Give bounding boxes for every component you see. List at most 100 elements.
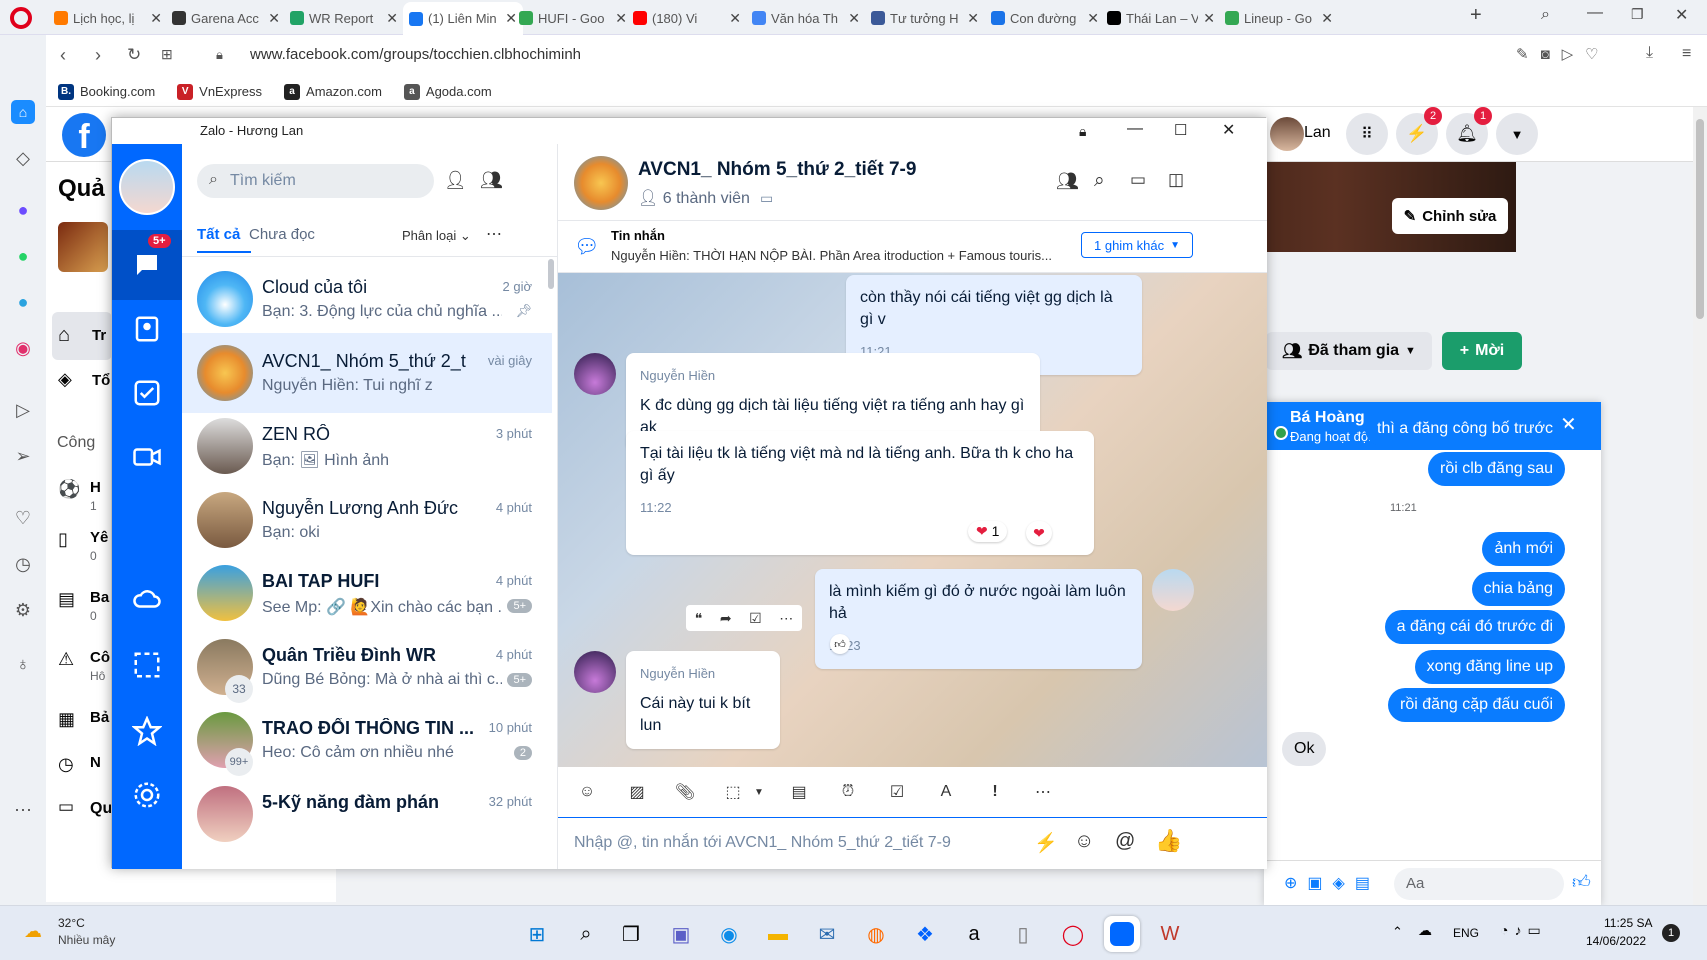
weather-temp[interactable]: 32°C — [58, 916, 85, 930]
close-tab-icon[interactable]: ✕ — [1087, 10, 1099, 27]
search-box[interactable]: ⌕ Tìm kiếm — [197, 164, 434, 198]
browser-tab[interactable]: Tư tưởng H ✕ — [865, 4, 985, 32]
conversation-item[interactable]: Nguyễn Lương Anh Đức Bạn: oki 4 phút — [182, 480, 552, 560]
bookmark-item[interactable]: V VnExpress — [177, 83, 262, 100]
profile-avatar[interactable] — [1270, 117, 1304, 151]
url-field[interactable]: www.facebook.com/groups/tocchien.clbhoch… — [250, 46, 581, 63]
more-icon[interactable]: ⋯ — [11, 798, 35, 822]
close-tab-icon[interactable]: ✕ — [848, 10, 860, 27]
message-input[interactable]: Nhập @, tin nhắn tới AVCN1_ Nhóm 5_thứ 2… — [574, 834, 951, 852]
browser-tab[interactable]: Garena Acc ✕ — [166, 4, 286, 32]
browser-tab[interactable]: HUFI - Goo ✕ — [513, 4, 633, 32]
language-indicator[interactable]: ENG — [1453, 926, 1479, 940]
close-icon[interactable]: ✕ — [1222, 118, 1235, 144]
instagram-icon[interactable]: ◉ — [11, 336, 35, 360]
teams-icon[interactable]: ▣ — [667, 920, 695, 948]
browser-tab[interactable]: WR Report ✕ — [284, 4, 404, 32]
message-bubble[interactable]: Nguyễn Hiền Cái này tui k bít lun — [626, 651, 780, 749]
composer-icons[interactable]: ⊕▣◈▤ — [1284, 873, 1380, 893]
sender-avatar[interactable] — [574, 651, 616, 693]
speed-dial-icon[interactable]: ⊞ — [161, 46, 173, 63]
reaction-chip[interactable]: ❤ 1 — [968, 521, 1008, 542]
urgent-icon[interactable]: ! — [982, 779, 1008, 805]
thumbs-up-send-icon[interactable]: 👍 — [1155, 828, 1182, 854]
profile-name[interactable]: Lan — [1304, 124, 1331, 142]
telegram-icon[interactable]: ● — [11, 290, 35, 314]
menu-icon[interactable]: ≡ — [1682, 45, 1691, 63]
close-tab-icon[interactable]: ✕ — [150, 10, 162, 27]
todo-icon[interactable]: ☑ — [749, 610, 762, 627]
search-input[interactable]: Tìm kiếm — [230, 172, 296, 190]
forward-icon[interactable]: › — [95, 45, 101, 66]
group-thumbnail[interactable] — [58, 222, 108, 272]
create-group-icon[interactable]: 👥︎ — [480, 170, 503, 191]
close-tab-icon[interactable]: ✕ — [1203, 10, 1215, 27]
menu-grid-icon[interactable]: ⠿ — [1346, 113, 1388, 155]
restore-browser-icon[interactable]: ❐ — [1631, 6, 1644, 23]
close-tab-icon[interactable]: ✕ — [386, 10, 398, 27]
search-tabs-icon[interactable]: ⌕ — [1541, 6, 1550, 24]
nav-home-item[interactable]: ⌂ Tr — [52, 312, 112, 360]
close-tab-icon[interactable]: ✕ — [729, 10, 741, 27]
conversation-item[interactable]: Cloud của tôi Bạn: 3. Động lực của chủ ng… — [182, 259, 552, 339]
opera-taskbar-icon[interactable]: ◯ — [1059, 920, 1087, 948]
edit-cover-button[interactable]: ✎ Chỉnh sửa — [1392, 198, 1508, 234]
sidebar-toggle-icon[interactable]: ◫ — [1168, 170, 1184, 190]
messages-nav[interactable] — [112, 230, 182, 300]
add-friend-icon[interactable]: 👤︎ — [444, 170, 467, 191]
lock-icon[interactable]: 🔒︎ — [1079, 118, 1086, 144]
bookmark-item[interactable]: B. Booking.com — [58, 83, 155, 100]
opera-logo-icon[interactable] — [10, 7, 32, 29]
favorites-nav[interactable] — [112, 696, 182, 766]
group-avatar[interactable] — [574, 156, 628, 210]
like-icon[interactable]: 👍︎ — [1572, 871, 1591, 893]
task-view-icon[interactable]: ❐ — [617, 920, 645, 948]
video-nav[interactable] — [112, 422, 182, 492]
close-tab-icon[interactable]: ✕ — [1321, 10, 1333, 27]
more-icon[interactable]: ⋯ — [779, 610, 793, 627]
chat-title[interactable]: AVCN1_ Nhóm 5_thứ 2_tiết 7-9 — [638, 159, 916, 181]
pinned-message-bar[interactable]: 💬︎ Tin nhắn Nguyễn Hiền: THỜI HẠN NỘP BÀ… — [558, 221, 1267, 273]
contacts-nav[interactable] — [112, 294, 182, 364]
message-actions[interactable]: ❝ ➦ ☑ ⋯ — [686, 605, 802, 631]
conversation-item[interactable]: 5-Kỹ năng đàm phán 32 phút — [182, 774, 552, 854]
joined-button[interactable]: 👥︎ Đã tham gia ▼ — [1266, 332, 1432, 370]
zalo-taskbar-icon[interactable] — [1104, 916, 1140, 952]
quote-icon[interactable]: ❝ — [695, 610, 703, 627]
minimize-browser-icon[interactable]: — — [1587, 4, 1603, 22]
bookmark-item[interactable]: a Agoda.com — [403, 83, 492, 100]
conversation-item[interactable]: Quân Triều Đình WR Dũng Bé Bỏng: Mà ở nhà… — [182, 627, 552, 707]
history-icon[interactable]: ◷ — [11, 552, 35, 576]
image-icon[interactable]: ▨ — [624, 779, 650, 805]
close-tab-icon[interactable]: ✕ — [615, 10, 627, 27]
sender-avatar[interactable] — [574, 353, 616, 395]
settings-icon[interactable]: ⚙ — [11, 598, 35, 622]
windows-start-icon[interactable]: ⊞ — [523, 920, 551, 948]
browser-tab[interactable]: Lịch học, lị ✕ — [48, 4, 168, 32]
cloud-nav[interactable] — [112, 564, 182, 634]
message-bubble[interactable]: là mình kiếm gì đó ở nước ngoài làm luôn… — [815, 569, 1142, 669]
task-icon[interactable]: ☑ — [884, 779, 910, 805]
member-count[interactable]: 👤︎ 6 thành viên — [638, 188, 750, 208]
address-actions-icons[interactable]: ✎◙▷♡ — [1516, 45, 1611, 63]
conversation-item[interactable]: BAI TAP HUFI See Mp: 🔗 🙋Xin chào các bạn … — [182, 553, 552, 633]
screenshot-nav[interactable] — [112, 630, 182, 700]
mention-icon[interactable]: @ — [1115, 830, 1135, 853]
browser-tab[interactable]: Thái Lan – V ✕ — [1101, 4, 1221, 32]
quick-message-icon[interactable]: ⚡ — [1034, 831, 1058, 855]
browser-tab[interactable]: Văn hóa Th ✕ — [746, 4, 866, 32]
winrar-icon[interactable]: W — [1156, 920, 1184, 948]
dropbox-icon[interactable]: ❖ — [911, 920, 939, 948]
reload-icon[interactable]: ↻ — [127, 45, 141, 65]
user-avatar[interactable] — [119, 159, 175, 215]
account-chevron-icon[interactable]: ▼ — [1496, 113, 1538, 155]
nav-item-label[interactable]: Tổ — [92, 372, 110, 389]
file-explorer-icon[interactable]: ▬ — [764, 920, 792, 948]
send-icon[interactable]: ➢ — [11, 444, 35, 468]
list-scrollbar[interactable] — [548, 259, 554, 289]
more-icon[interactable]: ⋯ — [1030, 779, 1056, 805]
heart-icon[interactable]: ♡ — [11, 506, 35, 530]
maximize-icon[interactable]: ☐ — [1174, 118, 1187, 144]
amazon-icon[interactable]: a — [960, 920, 988, 948]
message-bubble[interactable]: Tại tài liệu tk là tiếng việt mà nd là t… — [626, 431, 1094, 555]
